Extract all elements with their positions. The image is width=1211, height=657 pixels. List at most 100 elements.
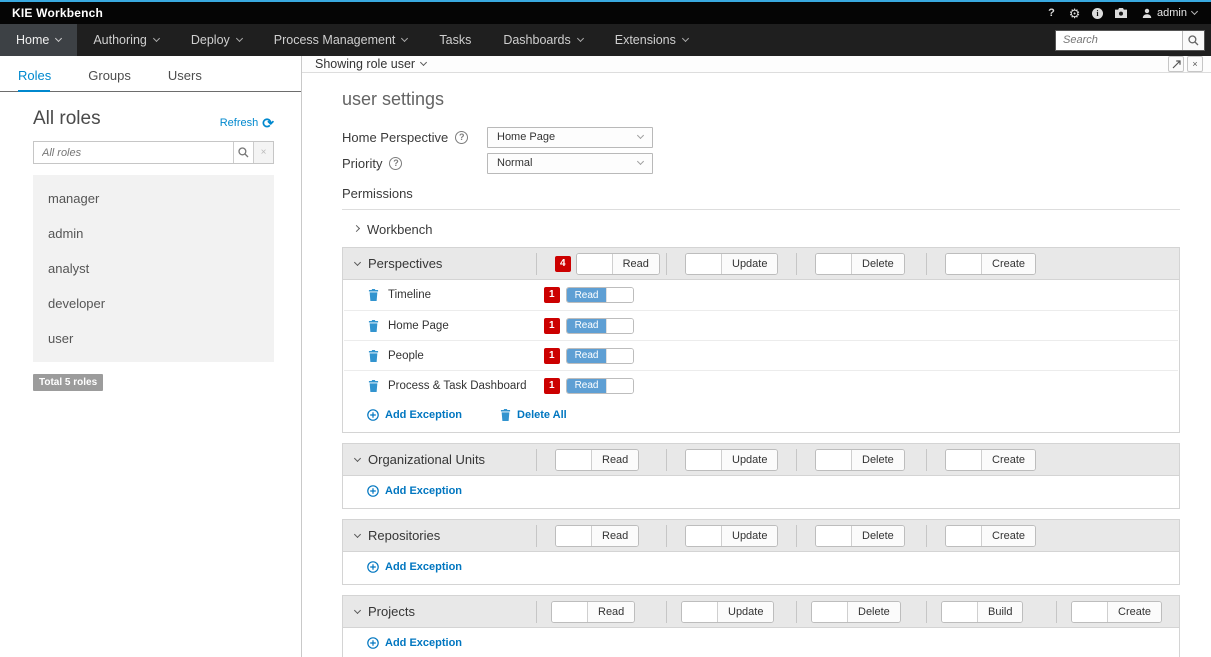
add-exception-button[interactable]: Add Exception	[367, 561, 462, 573]
section-collapse-toggle[interactable]: Organizational Units	[343, 452, 536, 467]
add-exception-button[interactable]: Add Exception	[367, 637, 462, 649]
total-roles-badge: Total 5 roles	[33, 374, 103, 391]
role-detail-panel: Showing role user × user settings Home P…	[302, 56, 1211, 657]
help-button[interactable]: ?	[1040, 2, 1063, 24]
delete-toggle[interactable]: Delete	[815, 525, 905, 547]
chevron-down-icon	[637, 158, 644, 165]
update-toggle-group: Update	[666, 449, 796, 471]
add-exception-label: Add Exception	[385, 637, 462, 649]
settings-button[interactable]: ⚙	[1063, 2, 1086, 24]
nav-item-home[interactable]: Home	[0, 24, 77, 56]
section-organizational-units: Organizational Units Read Update	[342, 443, 1180, 509]
delete-exception-button[interactable]	[368, 350, 379, 362]
read-toggle-on[interactable]: Read	[566, 287, 635, 303]
plus-circle-icon	[367, 561, 379, 573]
delete-toggle[interactable]: Delete	[815, 253, 905, 275]
maximize-panel-button[interactable]	[1168, 56, 1184, 72]
toggle-label: Read	[567, 288, 607, 302]
close-panel-button[interactable]: ×	[1187, 56, 1203, 72]
delete-exception-button[interactable]	[368, 380, 379, 392]
read-toggle[interactable]: Read	[555, 525, 639, 547]
toggle-label: Read	[592, 450, 638, 470]
nav-item-extensions[interactable]: Extensions	[599, 24, 704, 56]
section-header: Repositories Read Update	[343, 520, 1179, 552]
roles-filter-clear-button[interactable]: ×	[253, 142, 273, 163]
apps-button[interactable]	[1109, 2, 1132, 24]
section-collapse-toggle[interactable]: Repositories	[343, 528, 536, 543]
read-toggle[interactable]: Read	[555, 449, 639, 471]
search-input[interactable]	[1056, 31, 1182, 50]
exception-row: Process & Task Dashboard 1 Read	[344, 370, 1178, 400]
toggle-label: Delete	[852, 526, 904, 546]
delete-exception-button[interactable]	[368, 289, 379, 301]
create-toggle-group: Create	[1056, 601, 1186, 623]
delete-exception-button[interactable]	[368, 320, 379, 332]
all-roles-heading: All roles	[33, 108, 101, 130]
read-toggle[interactable]: Read	[576, 253, 660, 275]
panel-title-dropdown[interactable]: Showing role user	[315, 57, 426, 71]
role-list-item[interactable]: manager	[33, 181, 274, 216]
refresh-button[interactable]: Refresh ⟳	[220, 116, 274, 130]
read-toggle-on[interactable]: Read	[566, 318, 635, 334]
update-toggle-group: Update	[666, 525, 796, 547]
build-toggle[interactable]: Build	[941, 601, 1023, 623]
close-icon: ×	[1192, 60, 1197, 69]
update-toggle[interactable]: Update	[685, 253, 778, 275]
role-list-item[interactable]: analyst	[33, 251, 274, 286]
delete-toggle[interactable]: Delete	[815, 449, 905, 471]
chevron-down-icon	[354, 258, 361, 265]
permissions-heading: Permissions	[342, 186, 1180, 210]
add-exception-button[interactable]: Add Exception	[367, 485, 462, 497]
create-toggle[interactable]: Create	[945, 253, 1036, 275]
role-list-item[interactable]: user	[33, 321, 274, 356]
tab-roles[interactable]: Roles	[18, 68, 66, 91]
roles-filter-search-button[interactable]	[233, 142, 253, 163]
roles-filter-input[interactable]	[34, 142, 233, 163]
nav-item-dashboards[interactable]: Dashboards	[487, 24, 598, 56]
toggle-knob	[816, 526, 852, 546]
nav-item-deploy[interactable]: Deploy	[175, 24, 258, 56]
nav-item-tasks[interactable]: Tasks	[423, 24, 487, 56]
workbench-group-toggle[interactable]: Workbench	[342, 210, 1180, 247]
nav-item-process-management[interactable]: Process Management	[258, 24, 424, 56]
read-toggle-group: Read	[536, 525, 666, 547]
delete-toggle[interactable]: Delete	[811, 601, 901, 623]
section-header: Projects Read Update	[343, 596, 1179, 628]
update-toggle[interactable]: Update	[681, 601, 774, 623]
update-toggle[interactable]: Update	[685, 525, 778, 547]
create-toggle[interactable]: Create	[945, 449, 1036, 471]
home-perspective-select[interactable]: Home Page	[487, 127, 653, 148]
search-button[interactable]	[1182, 31, 1204, 50]
create-toggle-group: Create	[926, 253, 1056, 275]
nav-item-authoring[interactable]: Authoring	[77, 24, 175, 56]
delete-all-button[interactable]: Delete All	[500, 409, 567, 421]
exception-row: Home Page 1 Read	[344, 310, 1178, 340]
read-toggle-on[interactable]: Read	[566, 348, 635, 364]
read-toggle-group: 4 Read	[536, 253, 666, 275]
toggle-knob	[606, 319, 633, 333]
help-circle-icon[interactable]: ?	[455, 131, 468, 144]
section-collapse-toggle[interactable]: Perspectives	[343, 256, 536, 271]
add-exception-label: Add Exception	[385, 485, 462, 497]
create-toggle[interactable]: Create	[1071, 601, 1162, 623]
about-button[interactable]: i	[1086, 2, 1109, 24]
section-collapse-toggle[interactable]: Projects	[343, 604, 536, 619]
toggle-knob	[686, 254, 722, 274]
read-toggle[interactable]: Read	[551, 601, 635, 623]
priority-select[interactable]: Normal	[487, 153, 653, 174]
tab-users[interactable]: Users	[168, 68, 217, 91]
add-exception-button[interactable]: Add Exception	[367, 409, 462, 421]
user-menu[interactable]: admin	[1132, 7, 1201, 19]
toggle-label: Build	[978, 602, 1022, 622]
section-header: Organizational Units Read Update	[343, 444, 1179, 476]
help-circle-icon[interactable]: ?	[389, 157, 402, 170]
toggle-knob	[682, 602, 718, 622]
add-exception-label: Add Exception	[385, 561, 462, 573]
role-list-item[interactable]: admin	[33, 216, 274, 251]
read-toggle-on[interactable]: Read	[566, 378, 635, 394]
update-toggle[interactable]: Update	[685, 449, 778, 471]
create-toggle[interactable]: Create	[945, 525, 1036, 547]
tab-groups[interactable]: Groups	[88, 68, 146, 91]
role-list-item[interactable]: developer	[33, 286, 274, 321]
toggle-label: Read	[567, 379, 607, 393]
